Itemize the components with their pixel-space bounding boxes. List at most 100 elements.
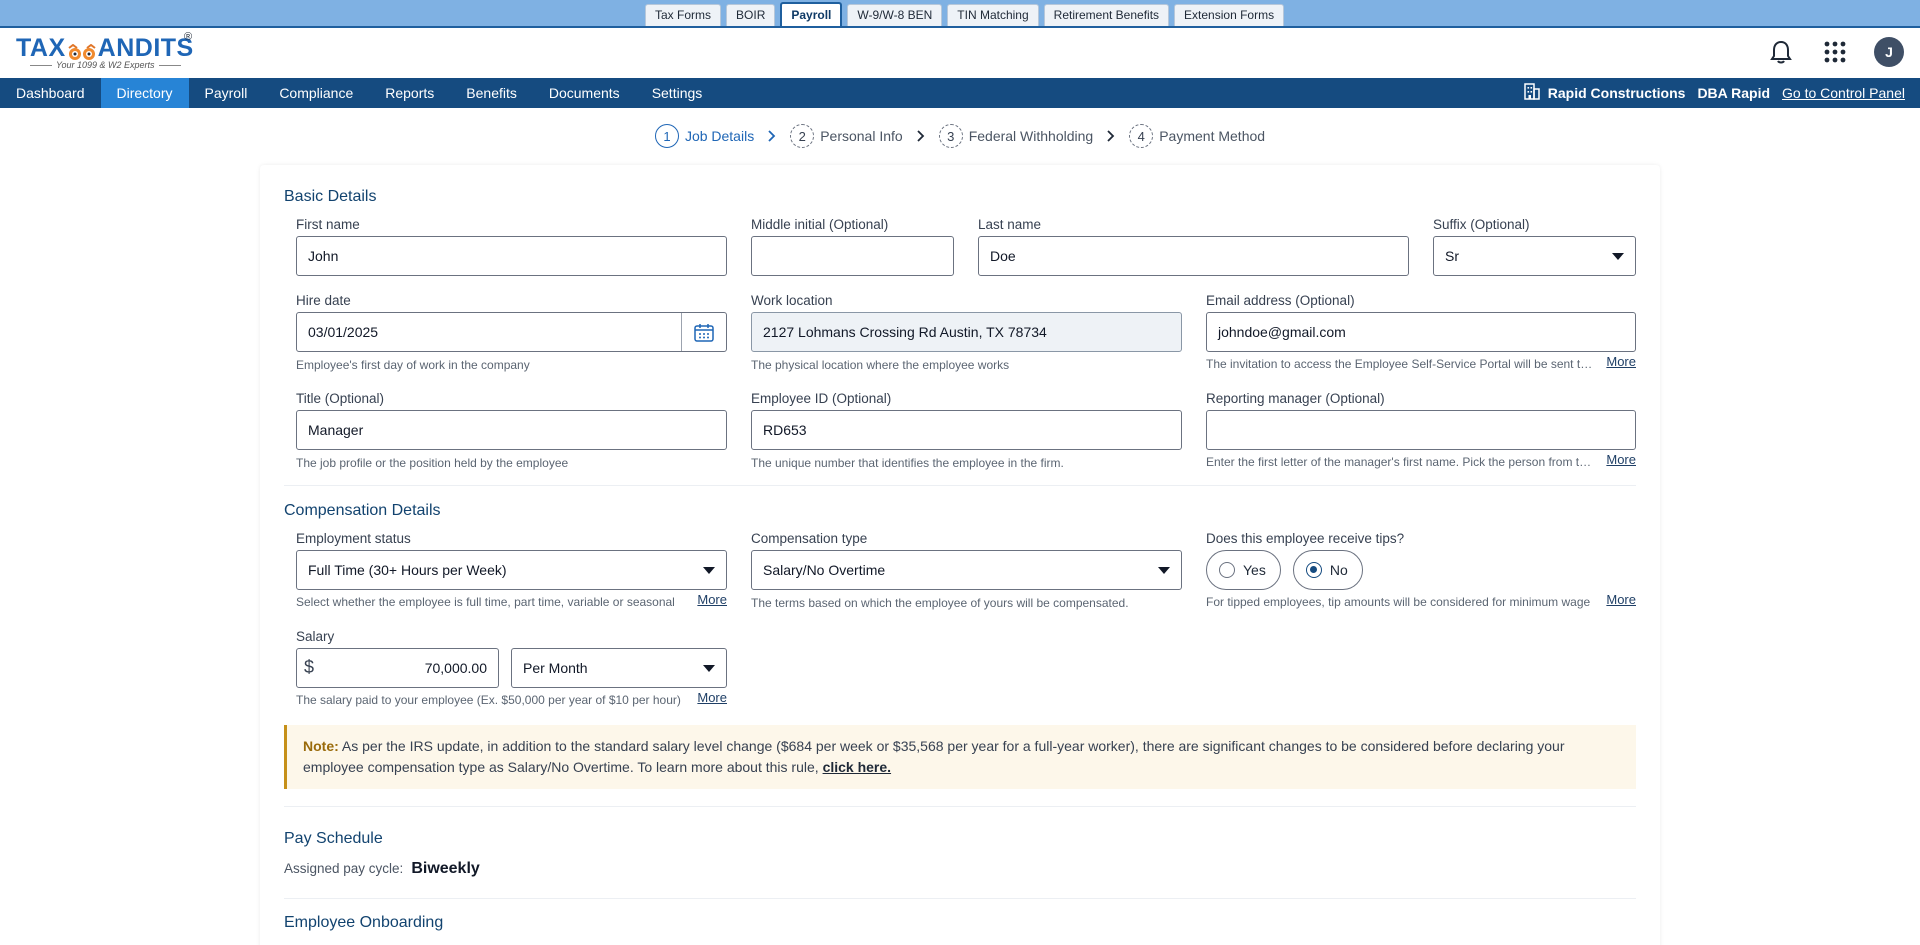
tab-retirement-benefits[interactable]: Retirement Benefits [1043,4,1170,26]
tab-payroll[interactable]: Payroll [780,2,843,26]
apps-grid-icon[interactable] [1820,37,1850,67]
chevron-right-icon [903,130,939,142]
middle-initial-group: Middle initial (Optional) [751,217,954,276]
title-group: Title (Optional) Manager The job profile… [296,391,727,470]
suffix-label: Suffix (Optional) [1433,217,1530,232]
employee-id-help: The unique number that identifies the em… [751,456,1064,470]
hire-date-value: 03/01/2025 [308,324,379,340]
salary-period-select[interactable]: Per Month [511,648,727,688]
employee-id-input[interactable]: RD653 [751,410,1182,450]
logo-wordmark: TAX ANDITS [16,34,194,62]
compensation-type-value: Salary/No Overtime [763,562,886,578]
pay-cycle-label: Assigned pay cycle: [284,861,404,876]
salary-period-value: Per Month [523,660,588,676]
salary-amount-input[interactable]: $ 70,000.00 [296,648,499,688]
work-location-help: The physical location where the employee… [751,358,1010,372]
tips-yes-label: Yes [1243,562,1266,578]
email-more-link[interactable]: More [1606,354,1636,369]
compensation-type-group: Compensation type Salary/No Overtime The… [751,531,1182,610]
step-job-details[interactable]: 1 Job Details [654,124,755,148]
tab-tax-forms[interactable]: Tax Forms [645,4,722,26]
chevron-right-icon [1093,130,1129,142]
wizard-stepper: 1 Job Details 2 Personal Info 3 Federal … [0,124,1920,148]
compensation-type-label: Compensation type [751,531,868,546]
tab-w9-w8ben[interactable]: W-9/W-8 BEN [847,4,943,26]
tips-group: Does this employee receive tips? Yes No … [1206,531,1636,609]
tab-extension-forms[interactable]: Extension Forms [1174,4,1285,26]
salary-more-link[interactable]: More [697,690,727,705]
employment-status-group: Employment status Full Time (30+ Hours p… [296,531,727,609]
email-help: The invitation to access the Employee Se… [1206,357,1596,371]
salary-amount-value: 70,000.00 [424,660,487,676]
app-header: TAX ANDITS ® Your 1099 & W2 Experts J [0,28,1920,78]
irs-note-banner: Note: As per the IRS update, in addition… [284,725,1636,789]
step-label: Job Details [684,128,755,144]
chevron-right-icon [754,130,790,142]
step-number: 4 [1129,124,1154,148]
step-personal-info[interactable]: 2 Personal Info [790,124,903,148]
nav-directory[interactable]: Directory [100,78,189,108]
email-input[interactable]: johndoe@gmail.com [1206,312,1636,352]
tips-radio-group: Yes No [1206,550,1636,590]
click-here-link[interactable]: click here. [823,759,892,775]
main-nav: Dashboard Directory Payroll Compliance R… [0,78,1920,108]
radio-no-selected [1305,562,1322,578]
nav-reports[interactable]: Reports [369,78,450,108]
chevron-down-icon [1158,566,1170,574]
tab-tin-matching[interactable]: TIN Matching [947,4,1039,26]
middle-initial-input[interactable] [751,236,954,276]
work-location-group: Work location 2127 Lohmans Crossing Rd A… [751,293,1182,372]
step-number: 1 [654,124,679,148]
control-panel-link[interactable]: Go to Control Panel [1782,85,1905,101]
reporting-manager-label: Reporting manager (Optional) [1206,391,1385,406]
first-name-group: First name John [296,217,727,276]
reporting-manager-help-row: Enter the first letter of the manager's … [1206,452,1636,469]
tips-more-link[interactable]: More [1606,592,1636,607]
nav-settings[interactable]: Settings [636,78,719,108]
chevron-down-icon [703,566,715,574]
job-details-card: Basic Details First name John Middle ini… [260,165,1660,945]
hire-date-input[interactable]: 03/01/2025 [296,312,727,352]
title-input[interactable]: Manager [296,410,727,450]
last-name-input[interactable]: Doe [978,236,1409,276]
salary-group: Salary $ 70,000.00 Per Month The salary … [296,629,727,707]
product-tabs: Tax Forms BOIR Payroll W-9/W-8 BEN TIN M… [645,2,1285,26]
employee-onboarding-heading: Employee Onboarding [284,914,444,931]
reporting-manager-input[interactable] [1206,410,1636,450]
reporting-manager-more-link[interactable]: More [1606,452,1636,467]
nav-benefits[interactable]: Benefits [450,78,533,108]
tab-boir[interactable]: BOIR [726,4,776,26]
note-text: As per the IRS update, in addition to th… [303,738,1565,775]
user-avatar[interactable]: J [1874,37,1904,67]
title-help: The job profile or the position held by … [296,456,569,470]
section-divider [284,485,1636,486]
work-location-label: Work location [751,293,833,308]
radio-yes [1219,562,1235,578]
work-location-input[interactable]: 2127 Lohmans Crossing Rd Austin, TX 7873… [751,312,1182,352]
tips-yes-option[interactable]: Yes [1206,550,1281,590]
nav-dashboard[interactable]: Dashboard [0,78,101,108]
bell-icon[interactable] [1766,37,1796,67]
first-name-input[interactable]: John [296,236,727,276]
compensation-heading: Compensation Details [284,502,441,519]
compensation-type-help: The terms based on which the employee of… [751,596,1129,610]
employment-status-more-link[interactable]: More [697,592,727,607]
employment-status-select[interactable]: Full Time (30+ Hours per Week) [296,550,727,590]
taxbandits-logo[interactable]: TAX ANDITS ® Your 1099 & W2 Experts [16,31,196,74]
salary-help-row: The salary paid to your employee (Ex. $5… [296,690,727,707]
suffix-select[interactable]: Sr [1433,236,1636,276]
nav-payroll[interactable]: Payroll [189,78,264,108]
tips-no-option[interactable]: No [1292,550,1363,590]
last-name-label: Last name [978,217,1042,232]
employment-status-help-row: Select whether the employee is full time… [296,592,727,609]
pay-schedule-heading: Pay Schedule [284,830,383,847]
nav-compliance[interactable]: Compliance [263,78,369,108]
header-actions: J [1766,37,1904,67]
calendar-icon[interactable] [681,313,726,351]
step-federal-withholding[interactable]: 3 Federal Withholding [938,124,1093,148]
employee-id-label: Employee ID (Optional) [751,391,892,406]
company-info: Rapid Constructions DBA Rapid Go to Cont… [1524,78,1905,108]
nav-documents[interactable]: Documents [533,78,636,108]
compensation-type-select[interactable]: Salary/No Overtime [751,550,1182,590]
step-payment-method[interactable]: 4 Payment Method [1129,124,1265,148]
